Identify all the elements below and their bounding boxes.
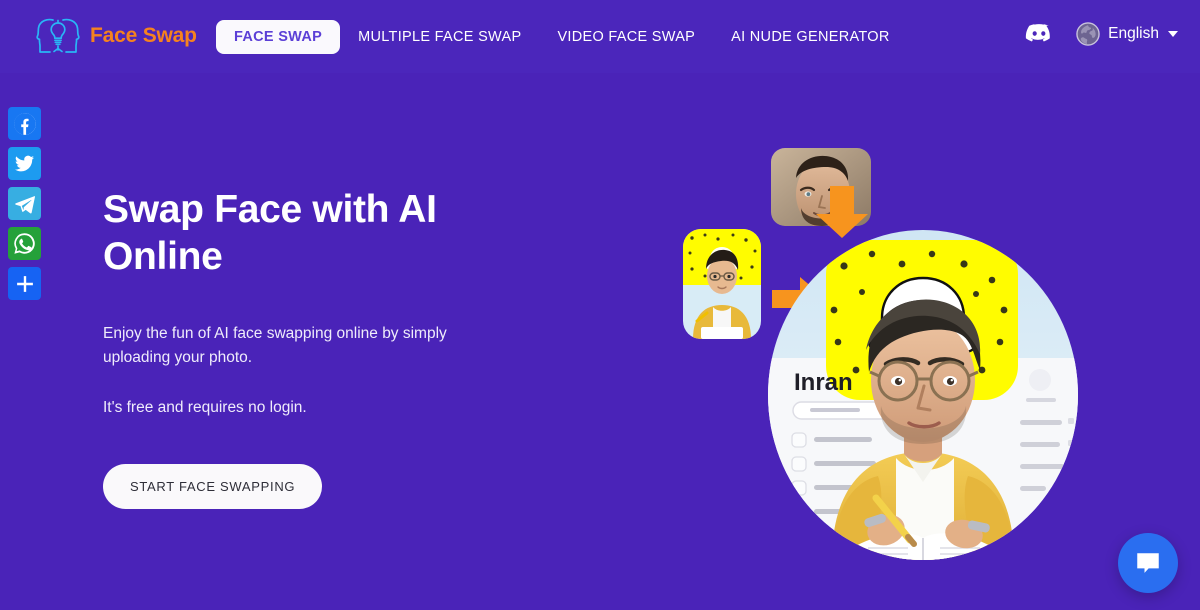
hero-title: Swap Face with AI Online [103, 186, 573, 280]
social-button-telegram[interactable] [8, 187, 41, 220]
social-button-whatsapp[interactable] [8, 227, 41, 260]
plus-share-icon [16, 275, 33, 292]
language-label: English [1108, 25, 1159, 42]
nav-item-face-swap[interactable]: FACE SWAP [216, 20, 341, 54]
thumbnail-image[interactable] [683, 229, 761, 339]
telegram-icon [14, 195, 35, 213]
hero-paragraph: Enjoy the fun of AI face swapping online… [103, 325, 447, 366]
social-button-share[interactable] [8, 267, 41, 300]
nav-item-ai-nude-generator[interactable]: AI NUDE GENERATOR [713, 20, 907, 54]
logo[interactable]: Face Swap [33, 14, 197, 58]
hero-title-line2: Online [103, 235, 223, 279]
hero-copy: Swap Face with AI Online Enjoy the fun o… [103, 186, 573, 509]
young-man-yellow-cardigan-snapchat-profile: Inran [768, 230, 1078, 560]
social-share-rail [8, 107, 41, 307]
main-nav: FACE SWAP MULTIPLE FACE SWAP VIDEO FACE … [216, 20, 908, 54]
hero-title-line1: Swap Face with AI [103, 188, 437, 231]
discord-icon[interactable] [1025, 20, 1053, 48]
page-root: Face Swap FACE SWAP MULTIPLE FACE SWAP V… [0, 0, 1200, 610]
site-header: Face Swap FACE SWAP MULTIPLE FACE SWAP V… [0, 0, 1200, 73]
social-button-twitter[interactable] [8, 147, 41, 180]
globe-icon [1076, 22, 1100, 46]
twitter-bird-icon [14, 155, 35, 172]
nav-item-multiple-face-swap[interactable]: MULTIPLE FACE SWAP [340, 20, 539, 54]
facebook-icon [13, 112, 36, 135]
start-face-swapping-button[interactable]: START FACE SWAPPING [103, 463, 323, 509]
hero-paragraph-secondary: It's free and requires no login. [103, 399, 307, 417]
arrow-down-icon [816, 186, 868, 238]
chevron-down-icon [1168, 31, 1178, 37]
profile-name-text: Inran [794, 369, 853, 396]
logo-text: Face Swap [90, 24, 197, 47]
result-image[interactable]: Inran [768, 230, 1078, 560]
hero-illustration: Inran [660, 130, 1100, 570]
young-man-yellow-cardigan-thumbnail [683, 229, 761, 339]
chat-widget-button[interactable] [1118, 533, 1178, 593]
language-selector[interactable]: English [1075, 21, 1178, 47]
nav-item-video-face-swap[interactable]: VIDEO FACE SWAP [539, 20, 713, 54]
social-button-facebook[interactable] [8, 107, 41, 140]
chat-bubble-icon [1137, 553, 1159, 573]
two-faces-lightbulb-icon [36, 18, 80, 53]
whatsapp-icon [14, 233, 35, 254]
header-actions: English [1025, 20, 1178, 48]
